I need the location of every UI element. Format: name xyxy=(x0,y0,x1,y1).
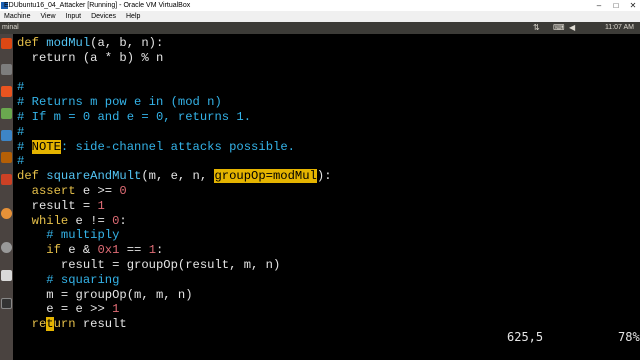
unity-launcher xyxy=(0,34,13,360)
code-token: # xyxy=(17,139,32,154)
code-line: def squareAndMult(m, e, n, groupOp=modMu… xyxy=(17,169,332,184)
close-icon[interactable]: ✕ xyxy=(624,0,640,11)
code-token: urn xyxy=(53,317,83,332)
code-token: # multiply xyxy=(17,228,120,243)
code-line: # squaring xyxy=(17,273,332,288)
code-token: == xyxy=(119,243,149,258)
ubuntu-top-panel: minal ⇅ ⌨ ◀ 11:07 AM xyxy=(0,22,640,34)
text-editor-icon[interactable] xyxy=(1,86,12,97)
code-line: m = groupOp(m, m, n) xyxy=(17,288,332,303)
code-token: # Returns m pow e in (mod n) xyxy=(17,95,222,110)
search-highlight: NOTE xyxy=(31,139,61,154)
code-token: return (a * b) % n xyxy=(17,50,164,65)
code-token: # xyxy=(17,124,25,139)
code-token: 0 xyxy=(119,183,127,198)
code-token: 0x1 xyxy=(97,243,120,258)
vbox-menu-bar: Machine View Input Devices Help xyxy=(0,11,640,22)
code-line: return (a * b) % n xyxy=(17,51,332,66)
code-token: : xyxy=(119,213,127,228)
vim-cursor: t xyxy=(46,317,54,332)
menu-help[interactable]: Help xyxy=(126,11,140,22)
code-line: return result xyxy=(17,317,332,332)
code-token: (a, b, n): xyxy=(90,36,164,50)
panel-app-title: minal xyxy=(2,24,19,31)
code-line: def modMul(a, b, n): xyxy=(17,36,332,51)
code-line: # multiply xyxy=(17,228,332,243)
code-line: # xyxy=(17,80,332,95)
code-token: # If m = 0 and e = 0, returns 1. xyxy=(17,109,252,124)
menu-view[interactable]: View xyxy=(40,11,55,22)
code-token: def xyxy=(17,169,47,184)
code-token: while xyxy=(17,213,76,228)
code-line: if e & 0x1 == 1: xyxy=(17,243,332,258)
ubuntu-dash-icon[interactable] xyxy=(1,38,12,49)
code-line: e = e >> 1 xyxy=(17,302,332,317)
code-token: 1 xyxy=(97,198,105,213)
search-highlight: groupOp=modMul xyxy=(214,169,317,184)
firefox-icon[interactable] xyxy=(1,208,12,219)
code-token: e & xyxy=(68,243,98,258)
maximize-icon[interactable]: □ xyxy=(607,0,625,11)
code-line: assert e >= 0 xyxy=(17,184,332,199)
code-token: e != xyxy=(75,213,113,228)
code-token: # xyxy=(17,80,25,95)
code-token: m = groupOp(m, m, n) xyxy=(17,287,193,302)
keyboard-layout-icon[interactable]: ⌨ xyxy=(553,22,565,34)
code-token: (m, e, n, xyxy=(141,169,215,184)
vim-scroll-percent: 78% xyxy=(618,330,640,344)
terminal-window[interactable]: def modMul(a, b, n): return (a * b) % n … xyxy=(13,34,640,360)
code-line: while e != 0: xyxy=(17,214,332,229)
code-line: # xyxy=(17,125,332,140)
code-token: 1 xyxy=(148,243,157,258)
software-center-icon[interactable] xyxy=(1,174,12,185)
code-token: 1 xyxy=(112,302,120,317)
code-token: assert xyxy=(17,183,83,198)
code-token: : side-channel attacks possible. xyxy=(60,139,295,154)
code-token: result xyxy=(82,317,127,332)
code-token: result = groupOp(result, m, n) xyxy=(17,257,281,272)
libreoffice-calc-icon[interactable] xyxy=(1,108,12,119)
code-token: re xyxy=(17,317,47,332)
menu-devices[interactable]: Devices xyxy=(91,11,116,22)
amazon-icon[interactable] xyxy=(1,270,12,281)
network-icon[interactable]: ⇅ xyxy=(533,22,540,34)
vbox-title-bar: EDUbuntu16_04_Attacker [Running] - Oracl… xyxy=(0,0,640,11)
files-icon[interactable] xyxy=(1,64,12,75)
window-title: EDUbuntu16_04_Attacker [Running] - Oracl… xyxy=(4,2,191,9)
libreoffice-impress-icon[interactable] xyxy=(1,152,12,163)
code-token: # xyxy=(17,154,25,169)
terminal-icon[interactable] xyxy=(1,298,12,309)
code-line: # NOTE: side-channel attacks possible. xyxy=(17,139,332,155)
code-token: squareAndMult xyxy=(46,169,142,184)
menu-input[interactable]: Input xyxy=(66,11,82,22)
code-line: # Returns m pow e in (mod n) xyxy=(17,95,332,110)
code-token: ): xyxy=(316,169,332,184)
panel-clock[interactable]: 11:07 AM xyxy=(605,22,634,34)
code-token: e >= xyxy=(82,183,120,198)
code-line: # xyxy=(17,154,332,169)
code-token: if xyxy=(17,243,69,258)
code-token: modMul xyxy=(46,36,91,50)
code-token: result = xyxy=(17,198,98,213)
code-token: # squaring xyxy=(17,272,120,287)
code-line: # If m = 0 and e = 0, returns 1. xyxy=(17,110,332,125)
volume-icon[interactable]: ◀ xyxy=(569,22,575,34)
vim-code-view[interactable]: def modMul(a, b, n): return (a * b) % n … xyxy=(17,36,332,332)
minimize-icon[interactable]: – xyxy=(590,0,608,11)
libreoffice-writer-icon[interactable] xyxy=(1,130,12,141)
menu-machine[interactable]: Machine xyxy=(4,11,30,22)
code-token: def xyxy=(17,36,47,50)
vim-cursor-position: 625,5 xyxy=(507,330,544,344)
code-line: result = groupOp(result, m, n) xyxy=(17,258,332,273)
system-settings-icon[interactable] xyxy=(1,242,12,253)
code-token: e = e >> xyxy=(17,302,113,317)
code-line: result = 1 xyxy=(17,199,332,214)
code-token: : xyxy=(156,243,164,258)
